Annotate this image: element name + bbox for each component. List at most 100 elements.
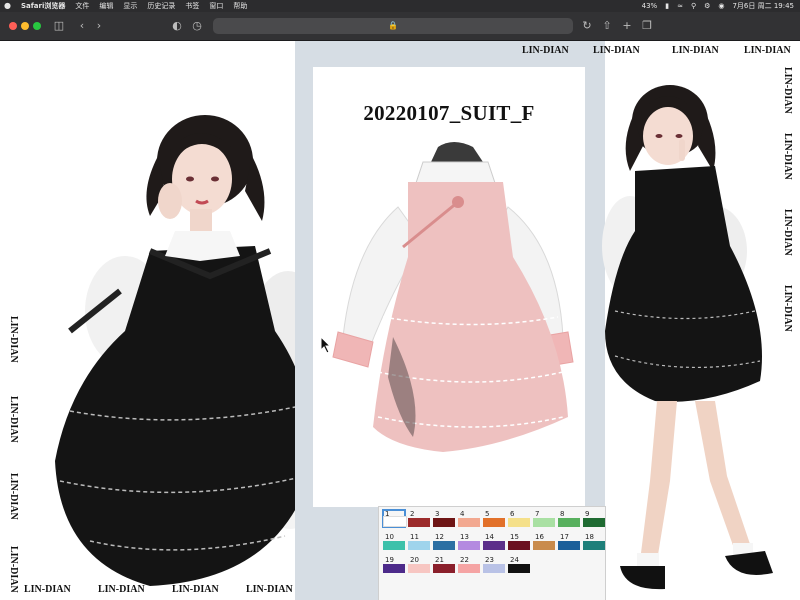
menu-item-edit[interactable]: 编辑 [99,0,113,12]
color-swatch-19[interactable]: 19 [383,556,405,573]
watermark-text: LIN-DIAN [98,584,145,595]
swatch-color-chip [583,518,605,527]
swatch-number: 20 [410,556,419,564]
color-swatch-panel: 1 2 3 4 5 6 7 8 9 10 11 12 13 14 15 16 17 18 19 20 21 22 23 24 [378,506,606,600]
swatch-color-chip [533,541,555,550]
menu-item-window[interactable]: 窗口 [209,0,223,12]
swatch-number: 4 [460,510,465,518]
color-swatch-13[interactable]: 13 [458,533,480,550]
color-swatch-7[interactable]: 7 [533,510,555,527]
menu-app-name[interactable]: Safari浏览器 [21,0,65,12]
menu-bar-left: ● Safari浏览器 文件 编辑 显示 历史记录 书签 窗口 帮助 [4,0,257,12]
tab-overview-icon[interactable]: ❐ [640,19,654,33]
swatch-color-chip [508,541,530,550]
menu-bar-right: 43% ▮ ≈ ⚲ ⚙ ◉ 7月6日 周二 19:45 [634,0,794,12]
product-title: 20220107_SUIT_F [363,101,535,125]
swatch-number: 17 [560,533,569,541]
watermark-text: LIN-DIAN [522,45,569,56]
color-swatch-20[interactable]: 20 [408,556,430,573]
color-swatch-15[interactable]: 15 [508,533,530,550]
color-swatch-18[interactable]: 18 [583,533,605,550]
siri-icon[interactable]: ◉ [718,0,724,12]
swatch-number: 9 [585,510,590,518]
swatch-color-chip [508,564,530,573]
color-swatch-8[interactable]: 8 [558,510,580,527]
watermark-text: LIN-DIAN [8,316,19,363]
product-card: 20220107_SUIT_F [313,67,585,507]
share-icon[interactable]: ⇧ [600,19,614,33]
cursor-icon [320,336,332,354]
color-swatch-22[interactable]: 22 [458,556,480,573]
color-swatch-5[interactable]: 5 [483,510,505,527]
color-swatch-10[interactable]: 10 [383,533,405,550]
swatch-number: 23 [485,556,494,564]
zoom-window-button[interactable] [33,22,41,30]
color-swatch-17[interactable]: 17 [558,533,580,550]
swatch-color-chip [383,516,407,527]
color-swatch-4[interactable]: 4 [458,510,480,527]
color-swatch-11[interactable]: 11 [408,533,430,550]
swatch-color-chip [483,541,505,550]
menu-bar: ● Safari浏览器 文件 编辑 显示 历史记录 书签 窗口 帮助 43% ▮… [0,0,800,12]
browser-toolbar: ◫ ‹ › ◐ ◷ 🔒 ↻ ⇧ + ❐ [0,12,800,41]
color-swatch-9[interactable]: 9 [583,510,605,527]
swatch-color-chip [458,518,480,527]
search-icon[interactable]: ⚲ [691,0,696,12]
color-swatch-14[interactable]: 14 [483,533,505,550]
model-right-illustration [602,85,773,590]
reload-icon[interactable]: ↻ [580,19,594,33]
color-swatch-1[interactable]: 1 [382,509,407,528]
menu-item-help[interactable]: 帮助 [233,0,247,12]
watermark-text: LIN-DIAN [782,285,793,332]
swatch-number: 7 [535,510,540,518]
menu-item-bookmarks[interactable]: 书签 [185,0,199,12]
wifi-icon[interactable]: ≈ [677,0,683,12]
shield-icon[interactable]: ◐ [170,19,184,33]
sidebar-icon[interactable]: ◫ [52,19,66,33]
swatch-color-chip [458,564,480,573]
swatch-number: 13 [460,533,469,541]
watermark-text: LIN-DIAN [593,45,640,56]
swatch-number: 12 [435,533,444,541]
battery-icon[interactable]: ▮ [665,0,669,12]
minimize-window-button[interactable] [21,22,29,30]
new-tab-icon[interactable]: + [620,19,634,33]
watermark-text: LIN-DIAN [744,45,791,56]
swatch-number: 11 [410,533,419,541]
menu-item-history[interactable]: 历史记录 [147,0,175,12]
swatch-number: 16 [535,533,544,541]
apple-icon[interactable]: ● [4,0,11,12]
color-swatch-3[interactable]: 3 [433,510,455,527]
forward-icon[interactable]: › [92,19,106,33]
color-swatch-24[interactable]: 24 [508,556,530,573]
swatch-color-chip [408,518,430,527]
swatch-number: 6 [510,510,515,518]
color-swatch-2[interactable]: 2 [408,510,430,527]
color-swatch-23[interactable]: 23 [483,556,505,573]
swatch-color-chip [408,564,430,573]
swatch-number: 8 [560,510,565,518]
menu-item-view[interactable]: 显示 [123,0,137,12]
swatch-number: 2 [410,510,415,518]
swatch-color-chip [558,541,580,550]
menu-item-file[interactable]: 文件 [75,0,89,12]
color-swatch-6[interactable]: 6 [508,510,530,527]
swatch-color-chip [383,541,405,550]
swatch-color-chip [458,541,480,550]
clock-icon[interactable]: ◷ [190,19,204,33]
control-center-icon[interactable]: ⚙ [704,0,710,12]
swatch-color-chip [483,518,505,527]
menu-clock[interactable]: 7月6日 周二 19:45 [732,0,794,12]
back-icon[interactable]: ‹ [75,19,89,33]
address-bar[interactable]: 🔒 [213,18,573,34]
close-window-button[interactable] [9,22,17,30]
color-swatch-12[interactable]: 12 [433,533,455,550]
lock-icon: 🔒 [388,21,398,30]
swatch-number: 22 [460,556,469,564]
color-swatch-21[interactable]: 21 [433,556,455,573]
color-swatch-16[interactable]: 16 [533,533,555,550]
watermark-text: LIN-DIAN [782,67,793,114]
swatch-color-chip [483,564,505,573]
swatch-color-chip [508,518,530,527]
web-content: 20220107_SUIT_F LIN-DIAN LIN-DIAN LIN-DI… [0,41,800,600]
